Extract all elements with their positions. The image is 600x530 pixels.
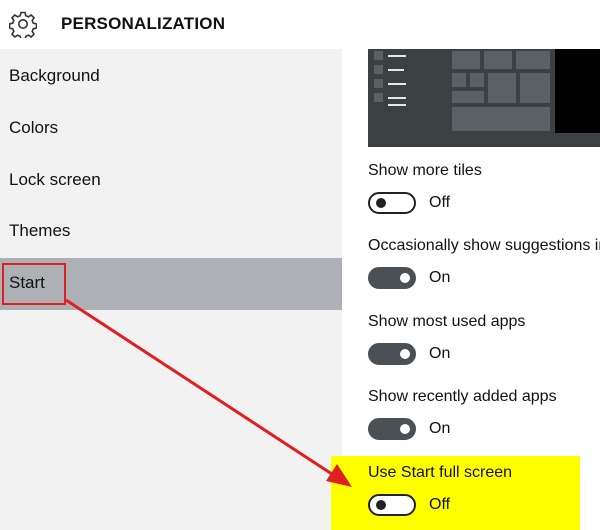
preview-line <box>388 104 406 106</box>
setting-show-more-tiles-label: Show more tiles <box>368 162 482 179</box>
sidebar-item-themes[interactable]: Themes <box>0 206 342 258</box>
suggestions-state: On <box>429 269 451 286</box>
preview-tile <box>488 73 516 103</box>
preview-tile <box>374 93 383 102</box>
sidebar-item-lock-screen[interactable]: Lock screen <box>0 155 342 207</box>
preview-tile <box>374 65 383 74</box>
preview-line <box>388 97 406 99</box>
start-full-screen-toggle[interactable] <box>368 494 416 516</box>
sidebar-item-label: Background <box>9 66 100 85</box>
annotation-highlight-box <box>2 263 66 305</box>
sidebar-item-label: Colors <box>9 118 59 137</box>
preview-tile <box>452 91 484 103</box>
toggle-knob <box>376 500 386 510</box>
suggestions-toggle[interactable] <box>368 267 416 289</box>
toggle-knob <box>400 273 410 283</box>
sidebar-item-label: Themes <box>9 221 71 240</box>
sidebar-item-background[interactable]: Background <box>0 51 342 103</box>
toggle-knob <box>400 424 410 434</box>
toggle-knob <box>400 349 410 359</box>
show-more-tiles-toggle[interactable] <box>368 192 416 214</box>
preview-tile <box>484 51 512 69</box>
most-used-apps-state: On <box>429 345 451 362</box>
preview-tile <box>516 51 550 69</box>
preview-desktop <box>555 49 600 133</box>
preview-line <box>388 55 406 57</box>
start-preview-image <box>368 49 600 147</box>
setting-recently-added-label: Show recently added apps <box>368 388 557 405</box>
preview-line <box>388 83 406 85</box>
preview-tile <box>374 51 383 60</box>
preview-tile <box>452 107 550 131</box>
recently-added-state: On <box>429 420 451 437</box>
setting-start-full-screen-label: Use Start full screen <box>368 464 513 481</box>
preview-tile <box>374 79 383 88</box>
preview-tile <box>452 73 466 87</box>
setting-suggestions-label: Occasionally show suggestions in <box>368 237 600 254</box>
preview-tile <box>470 73 484 87</box>
toggle-knob <box>376 198 386 208</box>
sidebar-item-colors[interactable]: Colors <box>0 103 342 155</box>
preview-line <box>388 69 404 71</box>
setting-most-used-label: Show most used apps <box>368 313 526 330</box>
recently-added-toggle[interactable] <box>368 418 416 440</box>
page-title: PERSONALIZATION <box>61 14 226 33</box>
gear-icon[interactable] <box>9 10 37 38</box>
show-more-tiles-state: Off <box>429 194 451 211</box>
preview-tile <box>452 51 480 69</box>
start-full-screen-state: Off <box>429 496 451 513</box>
sidebar-item-label: Lock screen <box>9 170 101 189</box>
header-bar: PERSONALIZATION <box>0 0 600 49</box>
preview-tile <box>520 73 550 103</box>
most-used-apps-toggle[interactable] <box>368 343 416 365</box>
